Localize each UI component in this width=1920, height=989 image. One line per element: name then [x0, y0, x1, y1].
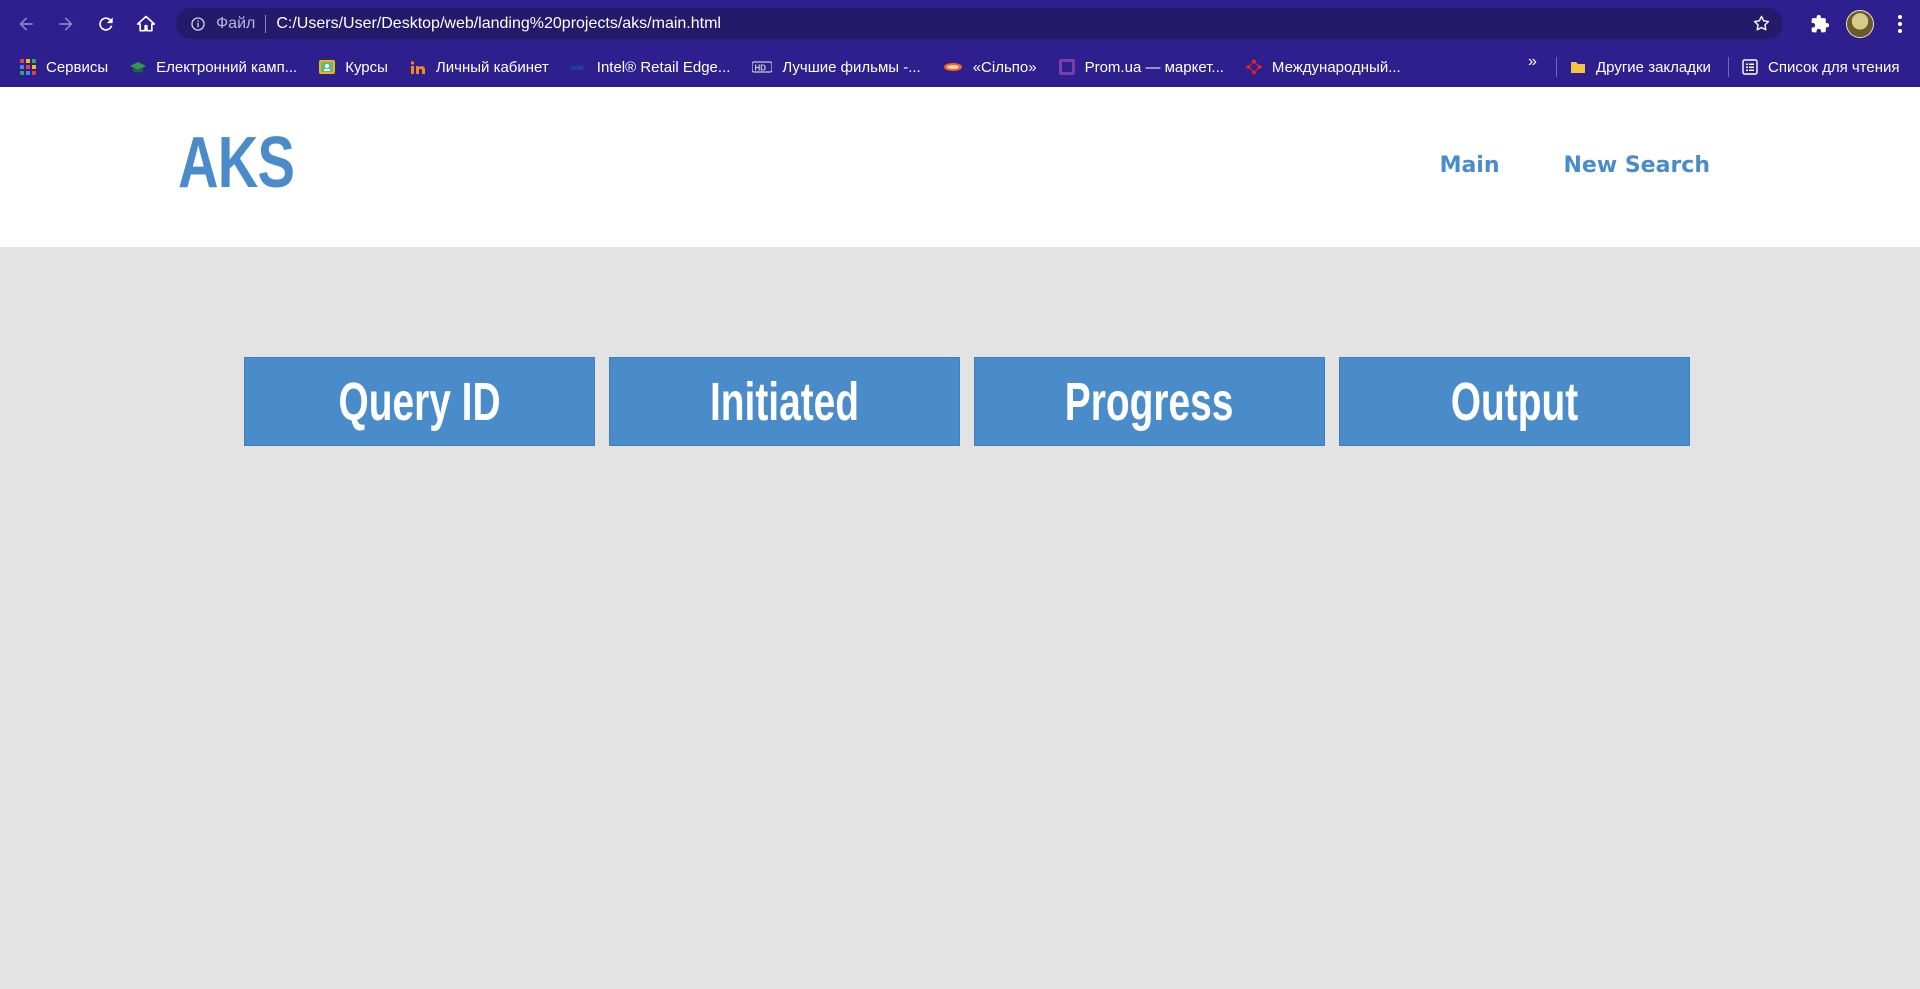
- omnibox-divider: [265, 14, 267, 33]
- reading-list-label: Список для чтения: [1768, 58, 1900, 76]
- back-button[interactable]: [6, 4, 46, 44]
- silpo-logo-icon: [943, 63, 962, 71]
- bookmark-item[interactable]: Личный кабинет: [402, 53, 557, 81]
- bookmark-item[interactable]: «Сільпо»: [935, 53, 1045, 81]
- home-button[interactable]: [126, 4, 166, 44]
- apps-grid-icon: [20, 59, 36, 75]
- extensions-button[interactable]: [1800, 4, 1840, 44]
- classroom-icon: [319, 60, 336, 74]
- more-bookmarks-button[interactable]: »: [1528, 53, 1537, 71]
- column-header-label: Query ID: [338, 371, 501, 432]
- column-header-query-id: Query ID: [244, 357, 595, 446]
- site-nav: Main New Search: [1440, 153, 1710, 178]
- folder-icon: [1571, 62, 1585, 73]
- graduation-cap-icon: [130, 62, 147, 73]
- network-icon: [1246, 59, 1262, 75]
- bookmark-item[interactable]: Международный...: [1238, 53, 1409, 81]
- bookmark-label: «Сільпо»: [972, 58, 1037, 76]
- bookmark-item[interactable]: Prom.ua — маркет...: [1051, 53, 1232, 81]
- bookmark-label: Prom.ua — маркет...: [1084, 58, 1224, 76]
- bookmark-label: Личный кабинет: [435, 58, 549, 76]
- column-header-label: Progress: [1065, 371, 1234, 432]
- menu-button[interactable]: [1880, 4, 1920, 44]
- bookmark-item[interactable]: Електронний камп...: [122, 53, 305, 81]
- bookmark-label: Електронний камп...: [156, 58, 298, 76]
- avatar: [1846, 9, 1874, 38]
- star-icon[interactable]: [1752, 14, 1771, 33]
- bookmark-item[interactable]: HD Лучшие фильмы -...: [744, 53, 928, 81]
- bookmarks-bar: Сервисы Електронний камп... Курсы Личный…: [0, 47, 1920, 87]
- bookmark-label: Сервисы: [46, 58, 109, 76]
- bookmark-item[interactable]: Курсы: [311, 53, 396, 81]
- intel-logo-icon: intel: [571, 65, 584, 72]
- column-header-initiated: Initiated: [609, 357, 960, 446]
- bookmarks-divider: [1728, 57, 1729, 77]
- forward-button[interactable]: [46, 4, 86, 44]
- scheme-label: Файл: [216, 14, 256, 32]
- puzzle-icon: [1811, 14, 1830, 32]
- site-logo[interactable]: AKS: [178, 127, 295, 199]
- site-header: AKS Main New Search: [0, 87, 1920, 247]
- profile-button[interactable]: [1840, 4, 1880, 44]
- bookmark-item[interactable]: Сервисы: [12, 53, 116, 81]
- nav-link-main[interactable]: Main: [1440, 153, 1500, 178]
- reading-list-icon: [1742, 59, 1758, 75]
- nav-link-new-search[interactable]: New Search: [1564, 153, 1710, 178]
- column-header-progress: Progress: [974, 357, 1325, 446]
- bookmark-label: Курсы: [345, 58, 388, 76]
- bookmark-label: Международный...: [1271, 58, 1401, 76]
- other-bookmarks-label: Другие закладки: [1596, 58, 1711, 76]
- arrow-left-icon: [19, 16, 33, 31]
- browser-toolbar: Файл C:/Users/User/Desktop/web/landing%2…: [0, 0, 1920, 47]
- in-logo-icon: [410, 61, 425, 74]
- column-header-label: Output: [1450, 371, 1579, 432]
- column-header-label: Initiated: [709, 371, 860, 432]
- kebab-menu-icon: [1898, 14, 1902, 33]
- reading-list-button[interactable]: Список для чтения: [1734, 53, 1908, 81]
- svg-text:HD: HD: [755, 64, 767, 73]
- svg-text:intel: intel: [571, 65, 584, 72]
- bookmark-label: Лучшие фильмы -...: [782, 58, 921, 76]
- toolbar-right: [1800, 0, 1920, 47]
- bookmark-label: Intel® Retail Edge...: [596, 58, 731, 76]
- query-table-header: Query ID Initiated Progress Output: [244, 357, 1690, 446]
- column-header-output: Output: [1339, 357, 1690, 446]
- bookmark-item[interactable]: intel Intel® Retail Edge...: [563, 53, 739, 81]
- hd-icon: HD: [752, 61, 773, 73]
- info-icon[interactable]: [190, 16, 206, 32]
- prom-logo-icon: [1058, 59, 1075, 75]
- other-bookmarks-folder[interactable]: Другие закладки: [1562, 53, 1719, 81]
- arrow-right-icon: [59, 16, 73, 31]
- address-bar[interactable]: Файл C:/Users/User/Desktop/web/landing%2…: [176, 8, 1783, 39]
- bookmarks-divider: [1556, 57, 1557, 77]
- reload-button[interactable]: [86, 4, 126, 44]
- reload-icon: [99, 16, 113, 31]
- home-icon: [136, 15, 156, 31]
- url-text[interactable]: C:/Users/User/Desktop/web/landing%20proj…: [276, 15, 721, 33]
